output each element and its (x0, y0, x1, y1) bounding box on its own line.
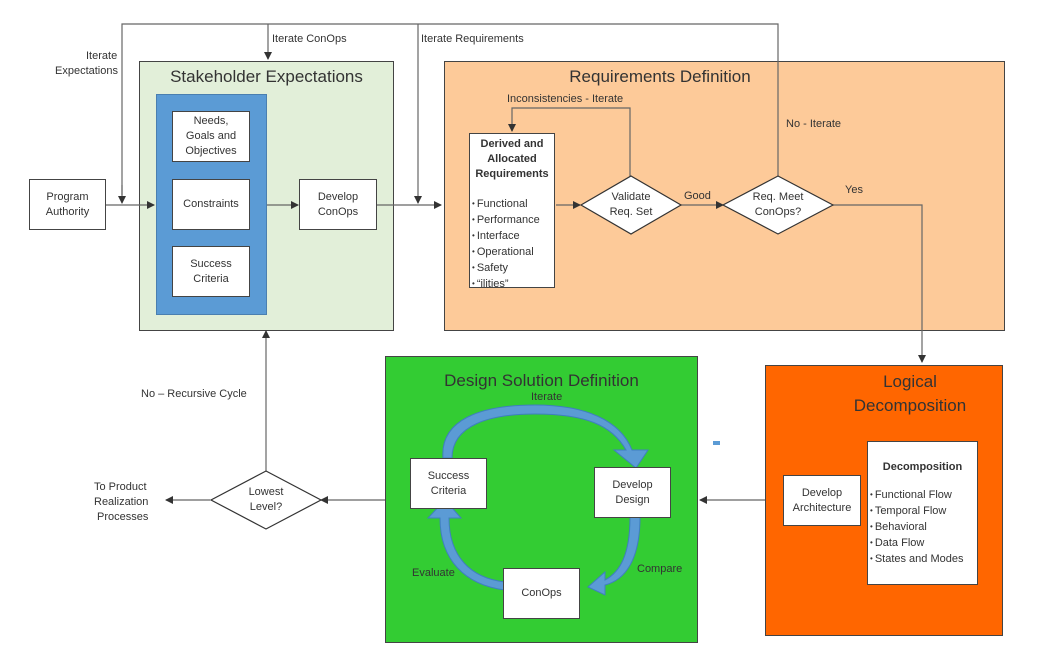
design-success-line2: Criteria (430, 484, 467, 497)
derived-title-line1: Derived and (480, 138, 544, 150)
develop-architecture-line2: Architecture (792, 501, 852, 514)
develop-architecture-line1: Develop (801, 486, 843, 499)
no-iterate-label: No - Iterate (786, 118, 842, 130)
develop-conops-box: Develop ConOps (299, 179, 377, 230)
iterate-expectations-label-2: Expectations (55, 65, 118, 77)
decomposition-list: Functional Flow Temporal Flow Behavioral… (868, 487, 964, 567)
validate-line1: Validate (611, 191, 651, 203)
list-item: Behavioral (870, 519, 963, 535)
derived-requirements-list: Functional Performance Interface Operati… (470, 196, 540, 292)
needs-line2: Goals and (185, 130, 237, 142)
list-item: Temporal Flow (870, 503, 963, 519)
develop-conops-line1: Develop (317, 190, 359, 203)
constraints-box: Constraints (172, 179, 250, 230)
inconsistencies-iterate-label: Inconsistencies - Iterate (507, 93, 624, 105)
success-criteria-box: Success Criteria (172, 246, 250, 297)
derived-allocated-requirements-box: Derived and Allocated Requirements Funct… (469, 133, 555, 290)
list-item: Functional Flow (870, 487, 963, 503)
to-product-realization-2: Realization (94, 496, 149, 508)
design-success-line1: Success (427, 469, 470, 482)
decomposition-box: Decomposition Functional Flow Temporal F… (867, 441, 978, 585)
program-authority-line1: Program (46, 190, 89, 203)
develop-design-line1: Develop (612, 478, 653, 491)
no-recursive-cycle-label: No – Recursive Cycle (141, 388, 247, 400)
list-item: Data Flow (870, 535, 963, 551)
list-item: Safety (472, 260, 540, 276)
derived-title-line3: Requirements (475, 168, 549, 180)
success-criteria-line2: Criteria (193, 272, 229, 285)
list-item: Performance (472, 212, 540, 228)
yes-label: Yes (845, 184, 863, 196)
iterate-requirements-label: Iterate Requirements (421, 33, 524, 45)
lowest-level-label: Lowest Level? (231, 485, 301, 515)
req-meet-conops-label: Req. Meet ConOps? (743, 190, 813, 220)
list-item: Operational (472, 244, 540, 260)
list-item: Functional (472, 196, 540, 212)
stray-blue-mark (713, 441, 720, 445)
constraints-label: Constraints (183, 198, 239, 210)
design-compare-label: Compare (637, 563, 683, 575)
validate-line2: Req. Set (609, 206, 653, 218)
design-conops-box: ConOps (503, 568, 580, 619)
develop-architecture-box: Develop Architecture (783, 475, 861, 526)
lowest-line1: Lowest (248, 486, 284, 498)
program-authority-line2: Authority (45, 205, 90, 218)
derived-title-line2: Allocated (487, 153, 537, 165)
decomposition-title: Decomposition (882, 461, 963, 473)
needs-goals-objectives-box: Needs, Goals and Objectives (172, 111, 250, 162)
to-product-realization-3: Processes (97, 511, 149, 523)
iterate-loop-top (121, 23, 779, 195)
list-item: “ilities” (472, 276, 540, 292)
needs-line3: Objectives (185, 145, 237, 157)
derived-title: Derived and Allocated Requirements (475, 137, 548, 182)
success-criteria-line1: Success (190, 257, 232, 270)
meet-line1: Req. Meet (752, 191, 804, 203)
design-success-criteria-box: Success Criteria (410, 458, 487, 509)
develop-design-box: Develop Design (594, 467, 671, 518)
design-iterate-label: Iterate (531, 391, 563, 403)
compare-cycle-arrow (587, 516, 641, 596)
develop-design-line2: Design (615, 493, 650, 506)
list-item: States and Modes (870, 551, 964, 567)
program-authority-box: Program Authority (29, 179, 106, 230)
design-conops-label: ConOps (521, 587, 562, 599)
iterate-expectations-label-1: Iterate (86, 50, 118, 62)
list-item: Interface (472, 228, 540, 244)
needs-line1: Needs, (193, 115, 229, 127)
develop-conops-line2: ConOps (317, 205, 359, 218)
yes-path (833, 204, 926, 363)
validate-req-set-label: Validate Req. Set (596, 190, 666, 220)
iterate-conops-label: Iterate ConOps (272, 33, 347, 45)
meet-line2: ConOps? (754, 206, 802, 218)
lowest-line2: Level? (249, 501, 283, 513)
to-product-realization-1: To Product (94, 481, 147, 493)
good-label: Good (684, 190, 711, 202)
design-evaluate-label: Evaluate (412, 567, 455, 579)
